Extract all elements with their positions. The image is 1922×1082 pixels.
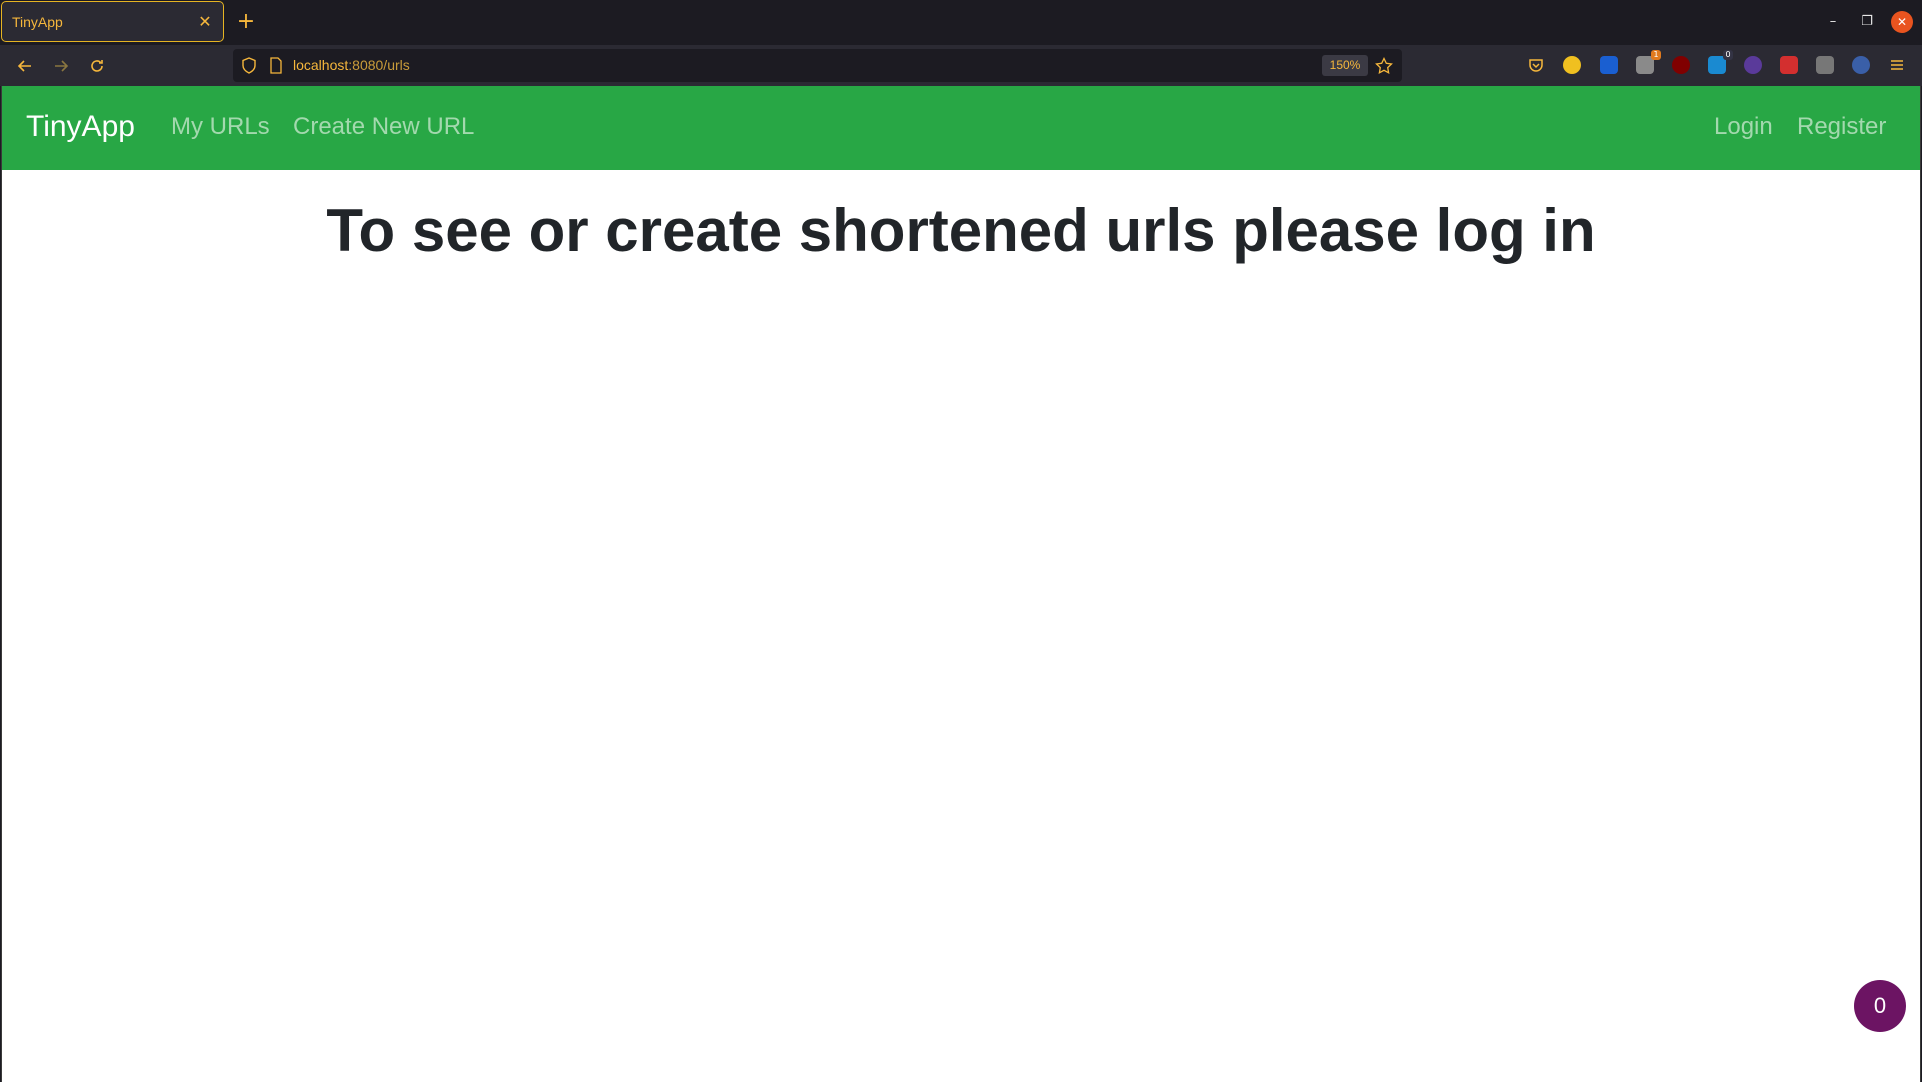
back-button[interactable] (12, 53, 38, 79)
window-minimize-button[interactable]: – (1822, 11, 1844, 33)
floating-counter-button[interactable]: 0 (1854, 980, 1906, 1032)
tab-bar: TinyApp ✕ + – ❐ ✕ (0, 0, 1922, 45)
new-tab-button[interactable]: + (234, 9, 258, 35)
nav-my-urls[interactable]: My URLs (171, 113, 270, 141)
extension-badge: 1 (1651, 50, 1661, 60)
nav-login[interactable]: Login (1714, 113, 1773, 141)
extension-hat-icon[interactable]: 1 (1636, 50, 1661, 74)
url-path: :8080/urls (348, 57, 410, 73)
extension-purple-icon[interactable] (1744, 56, 1762, 74)
extension-cup-icon[interactable]: 0 (1708, 50, 1733, 74)
extension-k-icon[interactable] (1816, 56, 1834, 74)
tab-title: TinyApp (12, 13, 63, 30)
back-arrow-icon (17, 60, 31, 72)
url-bar[interactable]: localhost:8080/urls 150% (233, 49, 1402, 82)
shield-icon[interactable] (241, 57, 257, 74)
url-text[interactable]: localhost:8080/urls (293, 57, 410, 73)
extension-l-icon[interactable] (1563, 56, 1581, 74)
window-maximize-button[interactable]: ❐ (1856, 11, 1878, 33)
brand-link[interactable]: TinyApp (26, 110, 135, 144)
page-info-icon[interactable] (269, 57, 283, 74)
login-prompt-heading: To see or create shortened urls please l… (326, 197, 1596, 264)
bookmark-star-icon[interactable] (1375, 57, 1393, 75)
menu-icon[interactable] (1888, 56, 1906, 74)
nav-register[interactable]: Register (1797, 113, 1886, 141)
reload-icon (91, 60, 103, 72)
page-content: TinyApp My URLs Create New URL Login Reg… (1, 86, 1921, 1082)
forward-button[interactable] (48, 53, 74, 79)
tab-close-icon[interactable]: ✕ (197, 12, 213, 31)
url-host: localhost (293, 57, 349, 73)
extension-video-icon[interactable] (1780, 56, 1798, 74)
pocket-icon[interactable] (1527, 56, 1545, 74)
app-navbar: TinyApp My URLs Create New URL Login Reg… (2, 86, 1920, 170)
window-close-button[interactable]: ✕ (1891, 11, 1913, 33)
nav-create-new-url[interactable]: Create New URL (293, 113, 474, 141)
reload-button[interactable] (84, 53, 110, 79)
extension-glasses-icon[interactable] (1852, 56, 1870, 74)
browser-tab[interactable]: TinyApp ✕ (1, 1, 224, 42)
forward-arrow-icon (55, 60, 69, 72)
extension-badge: 0 (1723, 50, 1733, 60)
browser-toolbar: localhost:8080/urls 150% 1 0 (0, 45, 1922, 86)
zoom-indicator[interactable]: 150% (1322, 55, 1368, 76)
bitwarden-icon[interactable] (1600, 56, 1618, 74)
ublock-icon[interactable] (1672, 56, 1690, 74)
